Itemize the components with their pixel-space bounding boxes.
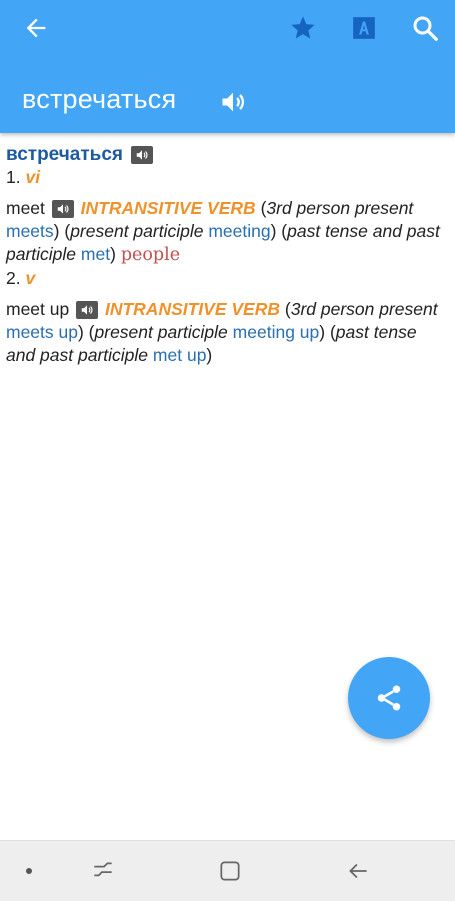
back-arrow-icon (26, 18, 46, 38)
part-of-speech: v (25, 268, 36, 288)
sense-2-header: 2. v (6, 267, 446, 290)
entry-header: встречаться (6, 143, 446, 166)
sense-number: 1. (6, 167, 21, 187)
recent-apps-button[interactable] (88, 856, 118, 886)
home-button[interactable] (215, 856, 245, 886)
speaker-icon (222, 92, 245, 112)
translation-speaker-button[interactable] (51, 200, 74, 218)
form-link[interactable]: meets up (6, 322, 78, 342)
dictionary-entry: встречаться 1. vi meet INTRANSITIVE VERB… (6, 143, 446, 367)
sense-2-body: meet up INTRANSITIVE VERB (3rd person pr… (6, 298, 446, 367)
grammar-label: INTRANSITIVE VERB (80, 198, 256, 218)
grammar-label: INTRANSITIVE VERB (104, 299, 281, 319)
headword-speaker-button[interactable] (131, 145, 154, 164)
sense-1-header: 1. vi (6, 166, 446, 189)
home-icon (220, 861, 240, 881)
headword: встречаться (6, 144, 124, 165)
app-bar: встречаться (0, 0, 455, 133)
recent-apps-icon (94, 862, 112, 877)
translation-speaker-button[interactable] (76, 301, 99, 319)
search-button[interactable] (405, 8, 445, 48)
header-pronounce-button[interactable] (217, 86, 249, 118)
form-label: present participle (70, 221, 204, 241)
star-icon (291, 16, 315, 39)
form-link[interactable]: meeting up (233, 322, 320, 342)
speaker-icon (81, 305, 93, 315)
back-button[interactable] (16, 8, 56, 48)
translation: meet up (6, 299, 70, 319)
favorite-button[interactable] (283, 8, 323, 48)
paren-separator: ) ( (53, 221, 71, 241)
form-link[interactable]: meeting (208, 221, 270, 241)
back-icon (349, 863, 367, 879)
paren-close: ) (110, 244, 116, 264)
speaker-icon (57, 204, 69, 214)
sense-number: 2. (6, 268, 21, 288)
form-link[interactable]: meets (6, 221, 54, 241)
nav-dot-button[interactable] (14, 856, 44, 886)
sense-1-body: meet INTRANSITIVE VERB (3rd person prese… (6, 197, 446, 267)
search-icon (413, 16, 438, 41)
paren-close: ) (206, 345, 213, 365)
paren-separator: ) ( (77, 322, 95, 342)
part-of-speech: vi (25, 167, 41, 187)
system-navigation-bar (0, 840, 455, 901)
form-link[interactable]: met (81, 244, 110, 264)
paren-separator: ) ( (319, 322, 336, 342)
form-link[interactable]: met up (153, 345, 207, 365)
page-title: встречаться (22, 84, 177, 114)
system-back-button[interactable] (343, 856, 373, 886)
translation: meet (6, 198, 45, 218)
share-icon (377, 685, 401, 711)
form-label: 3rd person present (266, 198, 414, 218)
share-button[interactable] (348, 657, 430, 739)
speaker-icon (136, 149, 148, 160)
form-label: 3rd person present (290, 299, 438, 319)
form-label: present participle (94, 322, 228, 342)
dot-icon (26, 868, 32, 874)
font-size-button[interactable] (344, 8, 384, 48)
usage-tag: people (120, 245, 181, 265)
paren-separator: ) ( (270, 221, 288, 241)
font-icon (353, 17, 375, 39)
